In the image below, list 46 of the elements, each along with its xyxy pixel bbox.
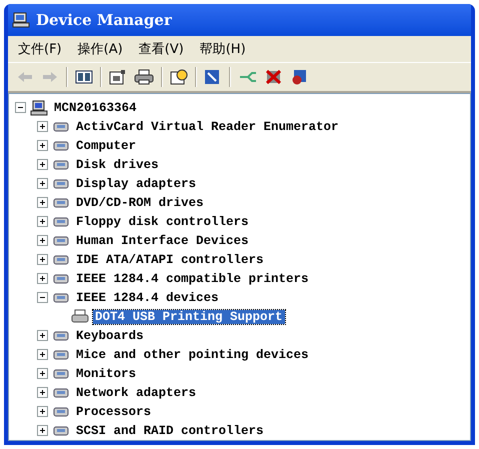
menu-item[interactable]: 查看(V) — [138, 40, 184, 58]
expand-toggle[interactable] — [37, 235, 48, 246]
expand-toggle[interactable] — [37, 140, 48, 151]
expand-toggle[interactable] — [37, 387, 48, 398]
tree-item[interactable]: Display adapters — [74, 176, 198, 190]
collapse-toggle[interactable] — [37, 292, 48, 303]
tree-item[interactable]: DOT4 USB Printing Support — [93, 310, 285, 324]
uninstall-icon[interactable] — [265, 69, 283, 85]
tree-item[interactable]: Floppy disk controllers — [74, 214, 251, 228]
tree-item[interactable]: Network adapters — [74, 386, 198, 400]
tree-item[interactable]: Human Interface Devices — [74, 234, 251, 248]
expand-toggle[interactable] — [37, 178, 48, 189]
tree-item[interactable]: Keyboards — [74, 328, 146, 342]
expand-toggle[interactable] — [37, 273, 48, 284]
printer-icon — [71, 308, 89, 324]
expand-toggle[interactable] — [37, 216, 48, 227]
tree-item[interactable]: Monitors — [74, 366, 138, 380]
expand-toggle[interactable] — [37, 349, 48, 360]
menu-item[interactable]: 帮助(H) — [200, 40, 246, 58]
tree-item[interactable]: DVD/CD-ROM drives — [74, 196, 206, 210]
expand-toggle[interactable] — [37, 406, 48, 417]
tree-item[interactable]: Mice and other pointing devices — [74, 348, 311, 362]
printer-icon[interactable] — [134, 69, 154, 85]
collapse-toggle[interactable] — [15, 102, 26, 113]
tree-item[interactable]: Disk drives — [74, 158, 161, 172]
tree-item[interactable]: IEEE 1284.4 devices — [74, 290, 221, 304]
computer-icon — [12, 12, 30, 28]
tree-item[interactable]: MCN20163364 — [52, 100, 139, 114]
menu-item[interactable]: 文件(F) — [18, 40, 62, 58]
tree-item[interactable]: IEEE 1284.4 compatible printers — [74, 272, 311, 286]
expand-toggle[interactable] — [37, 159, 48, 170]
window-title: Device Manager — [36, 11, 172, 29]
panel-icon[interactable] — [75, 69, 93, 85]
tree-item[interactable]: SCSI and RAID controllers — [74, 424, 266, 438]
tree-item[interactable]: Processors — [74, 404, 154, 418]
expand-toggle[interactable] — [37, 197, 48, 208]
tree-item[interactable]: ActivCard Virtual Reader Enumerator — [74, 120, 341, 134]
tree-item[interactable]: Computer — [74, 138, 138, 152]
computer-icon — [30, 100, 48, 116]
expand-toggle[interactable] — [37, 330, 48, 341]
expand-toggle[interactable] — [37, 425, 48, 436]
menu-item[interactable]: 操作(A) — [78, 40, 123, 58]
expand-toggle[interactable] — [37, 121, 48, 132]
expand-toggle[interactable] — [37, 254, 48, 265]
tree-item[interactable]: IDE ATA/ATAPI controllers — [74, 252, 266, 266]
expand-toggle[interactable] — [37, 368, 48, 379]
